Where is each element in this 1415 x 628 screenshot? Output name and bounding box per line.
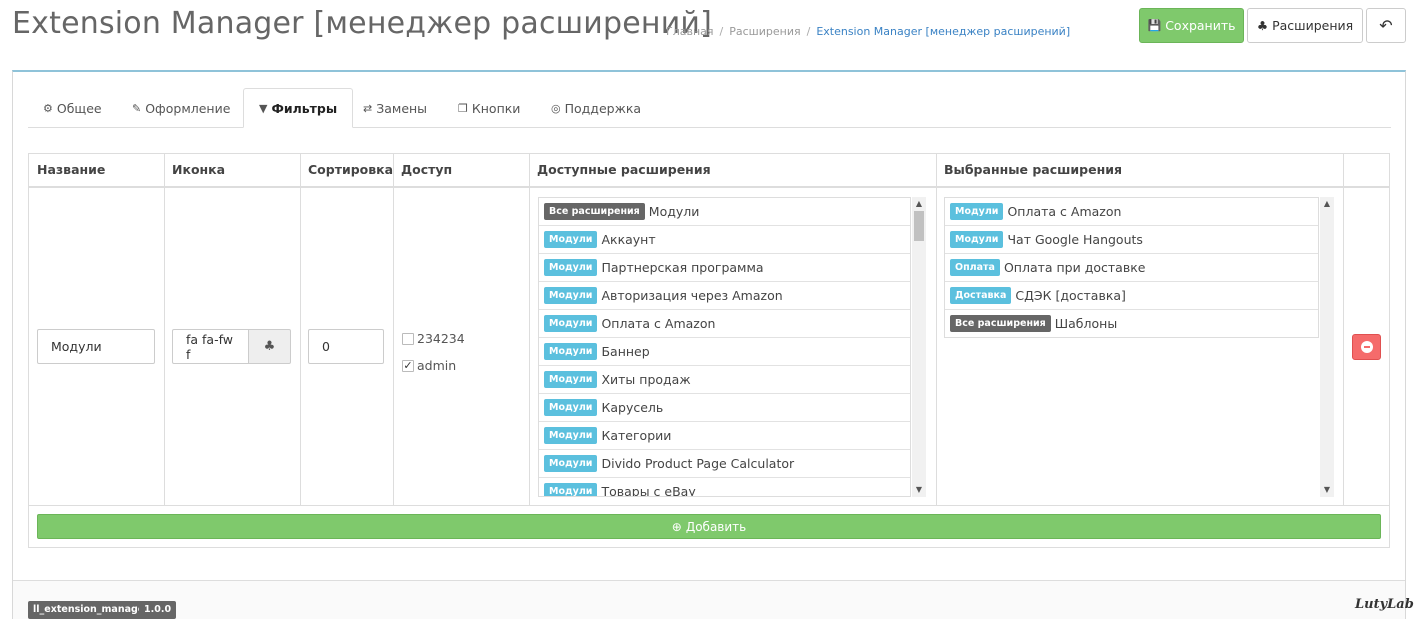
tab-buttons[interactable]: ❐ Кнопки [443,88,535,128]
remove-filter-button[interactable] [1352,334,1381,360]
list-item[interactable]: Модули Авторизация через Amazon [539,282,910,310]
available-list-scrollbar[interactable]: ▲ ▼ [912,197,926,497]
col-header-available: Доступные расширения [529,154,937,188]
back-button[interactable]: ↶ [1366,8,1406,43]
filter-icon: ▼ [259,101,268,115]
list-item[interactable]: Модули Оплата с Amazon [539,310,910,338]
list-item[interactable]: Модули Оплата с Amazon [945,198,1318,226]
scroll-down-icon[interactable]: ▼ [912,483,926,497]
col-header-actions [1343,154,1389,188]
filter-name-input[interactable]: Модули [37,329,155,364]
tab-bar: ⚙ Общее ✎ Оформление ▼ Фильтры ⇄ Замены ❐ Кно… [28,88,1391,128]
minus-circle-icon [1360,341,1373,353]
add-filter-button[interactable]: ⊕ Добавить [37,514,1381,539]
module-code-badge: ll_extension_manager [28,601,154,619]
access-group-234234[interactable]: 234234 [402,331,465,346]
list-item[interactable]: Модули Аккаунт [539,226,910,254]
breadcrumb-current[interactable]: Extension Manager [менеджер расширений] [816,25,1070,38]
extensions-button[interactable]: ♣ Расширения [1247,8,1363,43]
list-item[interactable]: Модули Карусель [539,394,910,422]
life-ring-icon: ◎ [551,101,561,115]
breadcrumb: Главная / Расширения / Extension Manager [ме… [666,25,1071,38]
breadcrumb-extensions[interactable]: Расширения [729,25,800,38]
tab-filters[interactable]: ▼ Фильтры [243,88,354,128]
list-item[interactable]: Модули Чат Google Hangouts [945,226,1318,254]
list-item[interactable]: Модули Баннер [539,338,910,366]
list-item[interactable]: Оплата Оплата при доставке [945,254,1318,282]
plus-circle-icon: ⊕ [671,519,682,534]
list-item[interactable]: Все расширения Шаблоны [945,310,1318,337]
scroll-up-icon[interactable]: ▲ [1320,197,1334,211]
panel-footer: ll_extension_manager 1.0.0 LutyLab [13,580,1414,619]
access-group-admin[interactable]: ✓ admin [402,358,456,373]
brand-logo[interactable]: LutyLab [1355,597,1414,612]
icon-picker-button[interactable]: ♣ [248,329,291,364]
exchange-icon: ⇄ [363,101,373,115]
save-icon: 💾 [1147,19,1162,32]
save-button[interactable]: 💾 Сохранить [1139,8,1244,43]
col-header-name: Название [29,154,165,188]
scroll-thumb[interactable] [914,211,924,241]
selected-list-scrollbar[interactable]: ▲ ▼ [1320,197,1334,497]
sort-order-input[interactable]: 0 [308,329,384,364]
filters-table: Название Иконка Сортировка Доступ Доступ… [28,153,1390,548]
puzzle-icon: ♣ [263,339,276,354]
list-item[interactable]: Модули Категории [539,422,910,450]
filter-icon-input[interactable]: fa fa-fw f [172,329,249,364]
list-item[interactable]: Доставка СДЭК [доставка] [945,282,1318,310]
settings-panel: ⚙ Общее ✎ Оформление ▼ Фильтры ⇄ Замены ❐ Кно… [12,70,1414,619]
tab-replacements[interactable]: ⇄ Замены [348,88,442,128]
tab-general[interactable]: ⚙ Общее [28,88,117,128]
tab-support[interactable]: ◎ Поддержка [536,88,656,128]
breadcrumb-home[interactable]: Главная [666,25,714,38]
version-badge: 1.0.0 [139,601,177,619]
page-title: Extension Manager [менеджер расширений] [12,6,712,41]
brush-icon: ✎ [132,101,142,115]
list-item[interactable]: Модули Хиты продаж [539,366,910,394]
reply-icon: ↶ [1379,16,1393,35]
list-item[interactable]: Модули Партнерская программа [539,254,910,282]
available-extensions-list[interactable]: Все расширения Модули Модули Аккаунт Модул… [538,197,911,497]
list-item[interactable]: Все расширения Модули [539,198,910,226]
list-item[interactable]: Модули Товары с eBay [539,478,910,496]
col-header-access: Доступ [393,154,530,188]
col-header-icon: Иконка [164,154,301,188]
scroll-down-icon[interactable]: ▼ [1320,483,1334,497]
list-item[interactable]: Модули Divido Product Page Calculator [539,450,910,478]
puzzle-icon: ♣ [1256,18,1269,33]
scroll-up-icon[interactable]: ▲ [912,197,926,211]
gear-icon: ⚙ [43,101,53,115]
col-header-sort: Сортировка [300,154,394,188]
tab-design[interactable]: ✎ Оформление [117,88,245,128]
access-checkbox[interactable]: ✓ [402,359,414,372]
clone-icon: ❐ [458,101,468,115]
access-checkbox[interactable] [402,332,414,345]
col-header-selected: Выбранные расширения [936,154,1344,188]
selected-extensions-list[interactable]: Модули Оплата с Amazon Модули Чат Google H… [944,197,1319,338]
